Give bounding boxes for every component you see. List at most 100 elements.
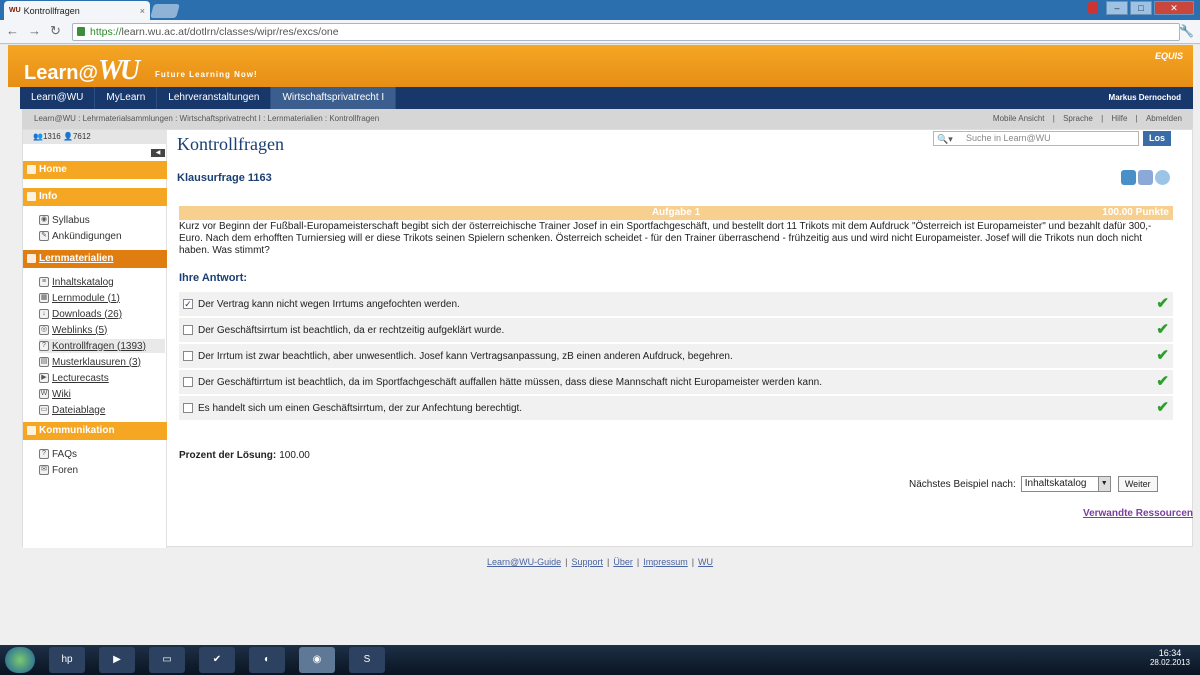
browser-tab[interactable]: WU Kontrollfragen × bbox=[4, 1, 150, 20]
skype-icon[interactable]: S bbox=[349, 647, 385, 673]
sidebar-home[interactable]: Home bbox=[23, 161, 167, 179]
sidebar-item-lernmodule[interactable]: ▦ Lernmodule (1) bbox=[39, 291, 120, 305]
sidebar-item-kontrollfragen[interactable]: ? Kontrollfragen (1393) bbox=[39, 339, 165, 353]
footer-link-guide[interactable]: Learn@WU-Guide bbox=[487, 557, 561, 567]
logo-text: Learn@ bbox=[24, 62, 98, 84]
sidebar-item-lecturecasts[interactable]: ▶ Lecturecasts bbox=[39, 371, 109, 385]
sidebar-home-label: Home bbox=[39, 164, 67, 175]
clock-time[interactable]: 16:34 bbox=[1150, 648, 1190, 658]
sidebar-item-musterklausuren[interactable]: ▤ Musterklausuren (3) bbox=[39, 355, 141, 369]
sidebar-item-syllabus[interactable]: ◉ Syllabus bbox=[39, 213, 90, 227]
footer-link-wu[interactable]: WU bbox=[698, 557, 713, 567]
answer-option[interactable]: Der Geschäftirrtum ist beachtlich, da im… bbox=[179, 370, 1173, 394]
footer-link-impressum[interactable]: Impressum bbox=[643, 557, 688, 567]
comment-icon[interactable] bbox=[1155, 170, 1170, 185]
app-icon[interactable]: ◐ bbox=[249, 647, 285, 673]
answer-checkbox[interactable] bbox=[183, 403, 193, 413]
footer-link-ueber[interactable]: Über bbox=[613, 557, 633, 567]
edit-icon[interactable] bbox=[1138, 170, 1153, 185]
answer-checkbox[interactable]: ✓ bbox=[183, 299, 193, 309]
answer-checkbox[interactable] bbox=[183, 377, 193, 387]
browser-tabstrip: WU Kontrollfragen × – □ ✕ bbox=[0, 0, 1200, 20]
separator: | bbox=[1135, 114, 1138, 123]
sidebar: 👥1316 👤7612 ◀ Home Info ◉ Syllabus ✎ Ankün… bbox=[23, 130, 167, 548]
percent-label: Prozent der Lösung: bbox=[179, 450, 277, 461]
sidebar-item-weblinks[interactable]: ◎ Weblinks (5) bbox=[39, 323, 107, 337]
link-mobile[interactable]: Mobile Ansicht bbox=[993, 114, 1045, 123]
tab-close-icon[interactable]: × bbox=[140, 6, 145, 16]
eye-icon: ◉ bbox=[39, 215, 49, 225]
link-sprache[interactable]: Sprache bbox=[1063, 114, 1093, 123]
link-abmelden[interactable]: Abmelden bbox=[1146, 114, 1182, 123]
sidebar-item-foren[interactable]: ✉ Foren bbox=[39, 463, 78, 477]
wu-favicon-icon: WU bbox=[9, 7, 21, 14]
sidebar-lern-label: Lernmaterialien bbox=[39, 253, 114, 264]
answer-checkbox[interactable] bbox=[183, 325, 193, 335]
system-tray: 16:34 28.02.2013 bbox=[1150, 648, 1190, 667]
breadcrumb-path[interactable]: Learn@WU : Lehrmaterialsammlungen : Wirt… bbox=[34, 114, 379, 123]
answer-text: Es handelt sich um einen Geschäftsirrtum… bbox=[198, 402, 523, 414]
sidebar-item-wiki[interactable]: W Wiki bbox=[39, 387, 71, 401]
tab-title: Kontrollfragen bbox=[23, 5, 80, 16]
separator: | bbox=[1052, 114, 1055, 123]
next-select[interactable]: Inhaltskatalog ▼ bbox=[1020, 476, 1111, 492]
close-window-button[interactable]: ✕ bbox=[1154, 1, 1194, 15]
nav-lehrveranstaltungen[interactable]: Lehrveranstaltungen bbox=[157, 87, 272, 109]
minimize-button[interactable]: – bbox=[1106, 1, 1128, 15]
export-icon[interactable] bbox=[1121, 170, 1136, 185]
search-icon: 🔍▾ bbox=[937, 134, 953, 144]
search-button[interactable]: Los bbox=[1143, 131, 1171, 146]
correct-check-icon: ✔ bbox=[1156, 321, 1169, 338]
sidebar-item-inhaltskatalog[interactable]: ≡ Inhaltskatalog bbox=[39, 275, 114, 289]
footer-link-support[interactable]: Support bbox=[571, 557, 603, 567]
collapse-sidebar-icon[interactable]: ◀ bbox=[151, 149, 165, 157]
reload-icon[interactable]: ↻ bbox=[50, 23, 61, 39]
answer-option[interactable]: Der Geschäftsirrtum ist beachtlich, da e… bbox=[179, 318, 1173, 342]
related-resources-link[interactable]: Verwandte Ressourcen bbox=[1083, 508, 1193, 519]
address-bar[interactable]: https://learn.wu.ac.at/dotlrn/classes/wi… bbox=[72, 23, 1180, 41]
sidebar-komm-label: Kommunikation bbox=[39, 425, 115, 436]
sidebar-item-ankuendigungen[interactable]: ✎ Ankündigungen bbox=[39, 229, 122, 243]
media-player-icon[interactable]: ▶ bbox=[99, 647, 135, 673]
maximize-button[interactable]: □ bbox=[1130, 1, 1152, 15]
correct-check-icon: ✔ bbox=[1156, 399, 1169, 416]
clock-date[interactable]: 28.02.2013 bbox=[1150, 658, 1190, 667]
hp-icon[interactable]: hp bbox=[49, 647, 85, 673]
forward-icon[interactable]: → bbox=[28, 23, 41, 38]
sidebar-item-label: Wiki bbox=[52, 388, 71, 400]
url-scheme: https:// bbox=[90, 26, 122, 38]
search-input[interactable]: 🔍▾ Suche in Learn@WU bbox=[933, 131, 1139, 146]
nav-wirtschaftsprivatrecht[interactable]: Wirtschaftsprivatrecht I bbox=[271, 87, 397, 109]
sidebar-info[interactable]: Info bbox=[23, 188, 167, 206]
link-hilfe[interactable]: Hilfe bbox=[1111, 114, 1127, 123]
task-app-icon[interactable]: ✔ bbox=[199, 647, 235, 673]
answer-option[interactable]: Es handelt sich um einen Geschäftsirrtum… bbox=[179, 396, 1173, 420]
sidebar-item-label: Lernmodule (1) bbox=[52, 292, 120, 304]
start-button[interactable] bbox=[5, 647, 35, 673]
back-icon[interactable]: ← bbox=[6, 23, 19, 38]
answer-option[interactable]: Der Irrtum ist zwar beachtlich, aber unw… bbox=[179, 344, 1173, 368]
chrome-icon[interactable]: ◉ bbox=[299, 647, 335, 673]
sidebar-kommunikation[interactable]: Kommunikation bbox=[23, 422, 167, 440]
sidebar-item-downloads[interactable]: ↓ Downloads (26) bbox=[39, 307, 122, 321]
explorer-icon[interactable]: ▭ bbox=[149, 647, 185, 673]
weiter-button[interactable]: Weiter bbox=[1117, 476, 1158, 492]
sidebar-item-faqs[interactable]: ? FAQs bbox=[39, 447, 77, 461]
sidebar-item-label: FAQs bbox=[52, 448, 78, 460]
learnwu-logo[interactable]: Learn@WU bbox=[24, 55, 140, 87]
wrench-icon[interactable]: 🔧 bbox=[1179, 24, 1194, 38]
answer-checkbox[interactable] bbox=[183, 351, 193, 361]
sidebar-lernmaterialien[interactable]: Lernmaterialien bbox=[23, 250, 167, 268]
nav-learnwu[interactable]: Learn@WU bbox=[20, 87, 96, 109]
new-tab-button[interactable] bbox=[150, 4, 180, 18]
equis-logo: EQUIS bbox=[1154, 51, 1183, 61]
user-name[interactable]: Markus Dernochod bbox=[1109, 87, 1193, 109]
question-tools bbox=[1121, 170, 1170, 185]
exam-icon: ▤ bbox=[39, 357, 49, 367]
extension-icon[interactable] bbox=[1088, 2, 1098, 14]
answer-option[interactable]: ✓ Der Vertrag kann nicht wegen Irrtums an… bbox=[179, 292, 1173, 316]
next-example: Nächstes Beispiel nach: Inhaltskatalog ▼ … bbox=[909, 476, 1158, 492]
sidebar-item-dateiablage[interactable]: ▭ Dateiablage bbox=[39, 403, 105, 417]
answer-text: Der Geschäftirrtum ist beachtlich, da im… bbox=[198, 376, 823, 388]
nav-mylearn[interactable]: MyLearn bbox=[95, 87, 158, 109]
